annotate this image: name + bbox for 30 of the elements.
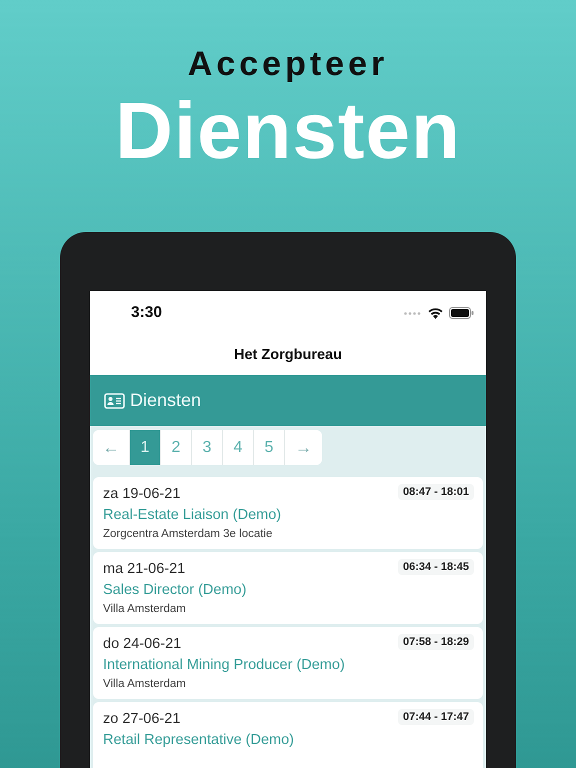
cellular-signal-icon — [404, 312, 422, 314]
headline: Accepteer — [188, 44, 388, 84]
shift-card[interactable]: za 19-06-21 08:47 - 18:01 Real-Estate Liaison (Demo) Zorgcentra Amsterdam 3e locatie — [93, 477, 483, 549]
shift-card[interactable]: ma 21-06-21 06:34 - 18:45 Sales Director (Demo) Villa Amsterdam — [93, 552, 483, 624]
page-button[interactable]: 1 — [130, 430, 161, 465]
wifi-icon — [428, 308, 443, 318]
shift-time: 07:58 - 18:29 — [398, 634, 474, 650]
battery-icon — [449, 307, 474, 319]
shift-role: International Mining Producer (Demo) — [103, 656, 346, 675]
status-time: 3:30 — [131, 304, 162, 322]
shift-date: za 19-06-21 — [103, 485, 180, 504]
shift-card[interactable]: zo 27-06-21 07:44 - 17:47 Retail Representative (Demo) — [93, 702, 483, 768]
id-card-icon — [104, 392, 125, 408]
shift-role: Real-Estate Liaison (Demo) — [103, 506, 282, 525]
section-title: Diensten — [130, 390, 202, 411]
shift-location: Villa Amsterdam — [103, 677, 187, 692]
shift-location: Villa Amsterdam — [103, 602, 187, 617]
headline: Diensten — [115, 86, 461, 176]
shift-card[interactable]: do 24-06-21 07:58 - 18:29 International Mining Producer (Demo) Villa Amsterdam — [93, 627, 483, 699]
shift-time: 07:44 - 17:47 — [398, 709, 474, 725]
shift-date: ma 21-06-21 — [103, 560, 186, 579]
shift-time: 08:47 - 18:01 — [398, 484, 474, 500]
shift-date: do 24-06-21 — [103, 635, 182, 654]
shift-date: zo 27-06-21 — [103, 710, 180, 729]
shift-time: 06:34 - 18:45 — [398, 559, 474, 575]
app-title: Het Zorgbureau — [90, 335, 486, 375]
shift-role: Sales Director (Demo) — [103, 581, 248, 600]
previous-button[interactable]: ← — [93, 430, 130, 465]
shift-role: Retail Representative (Demo) — [103, 731, 295, 750]
shift-location: Zorgcentra Amsterdam 3e locatie — [103, 527, 274, 542]
